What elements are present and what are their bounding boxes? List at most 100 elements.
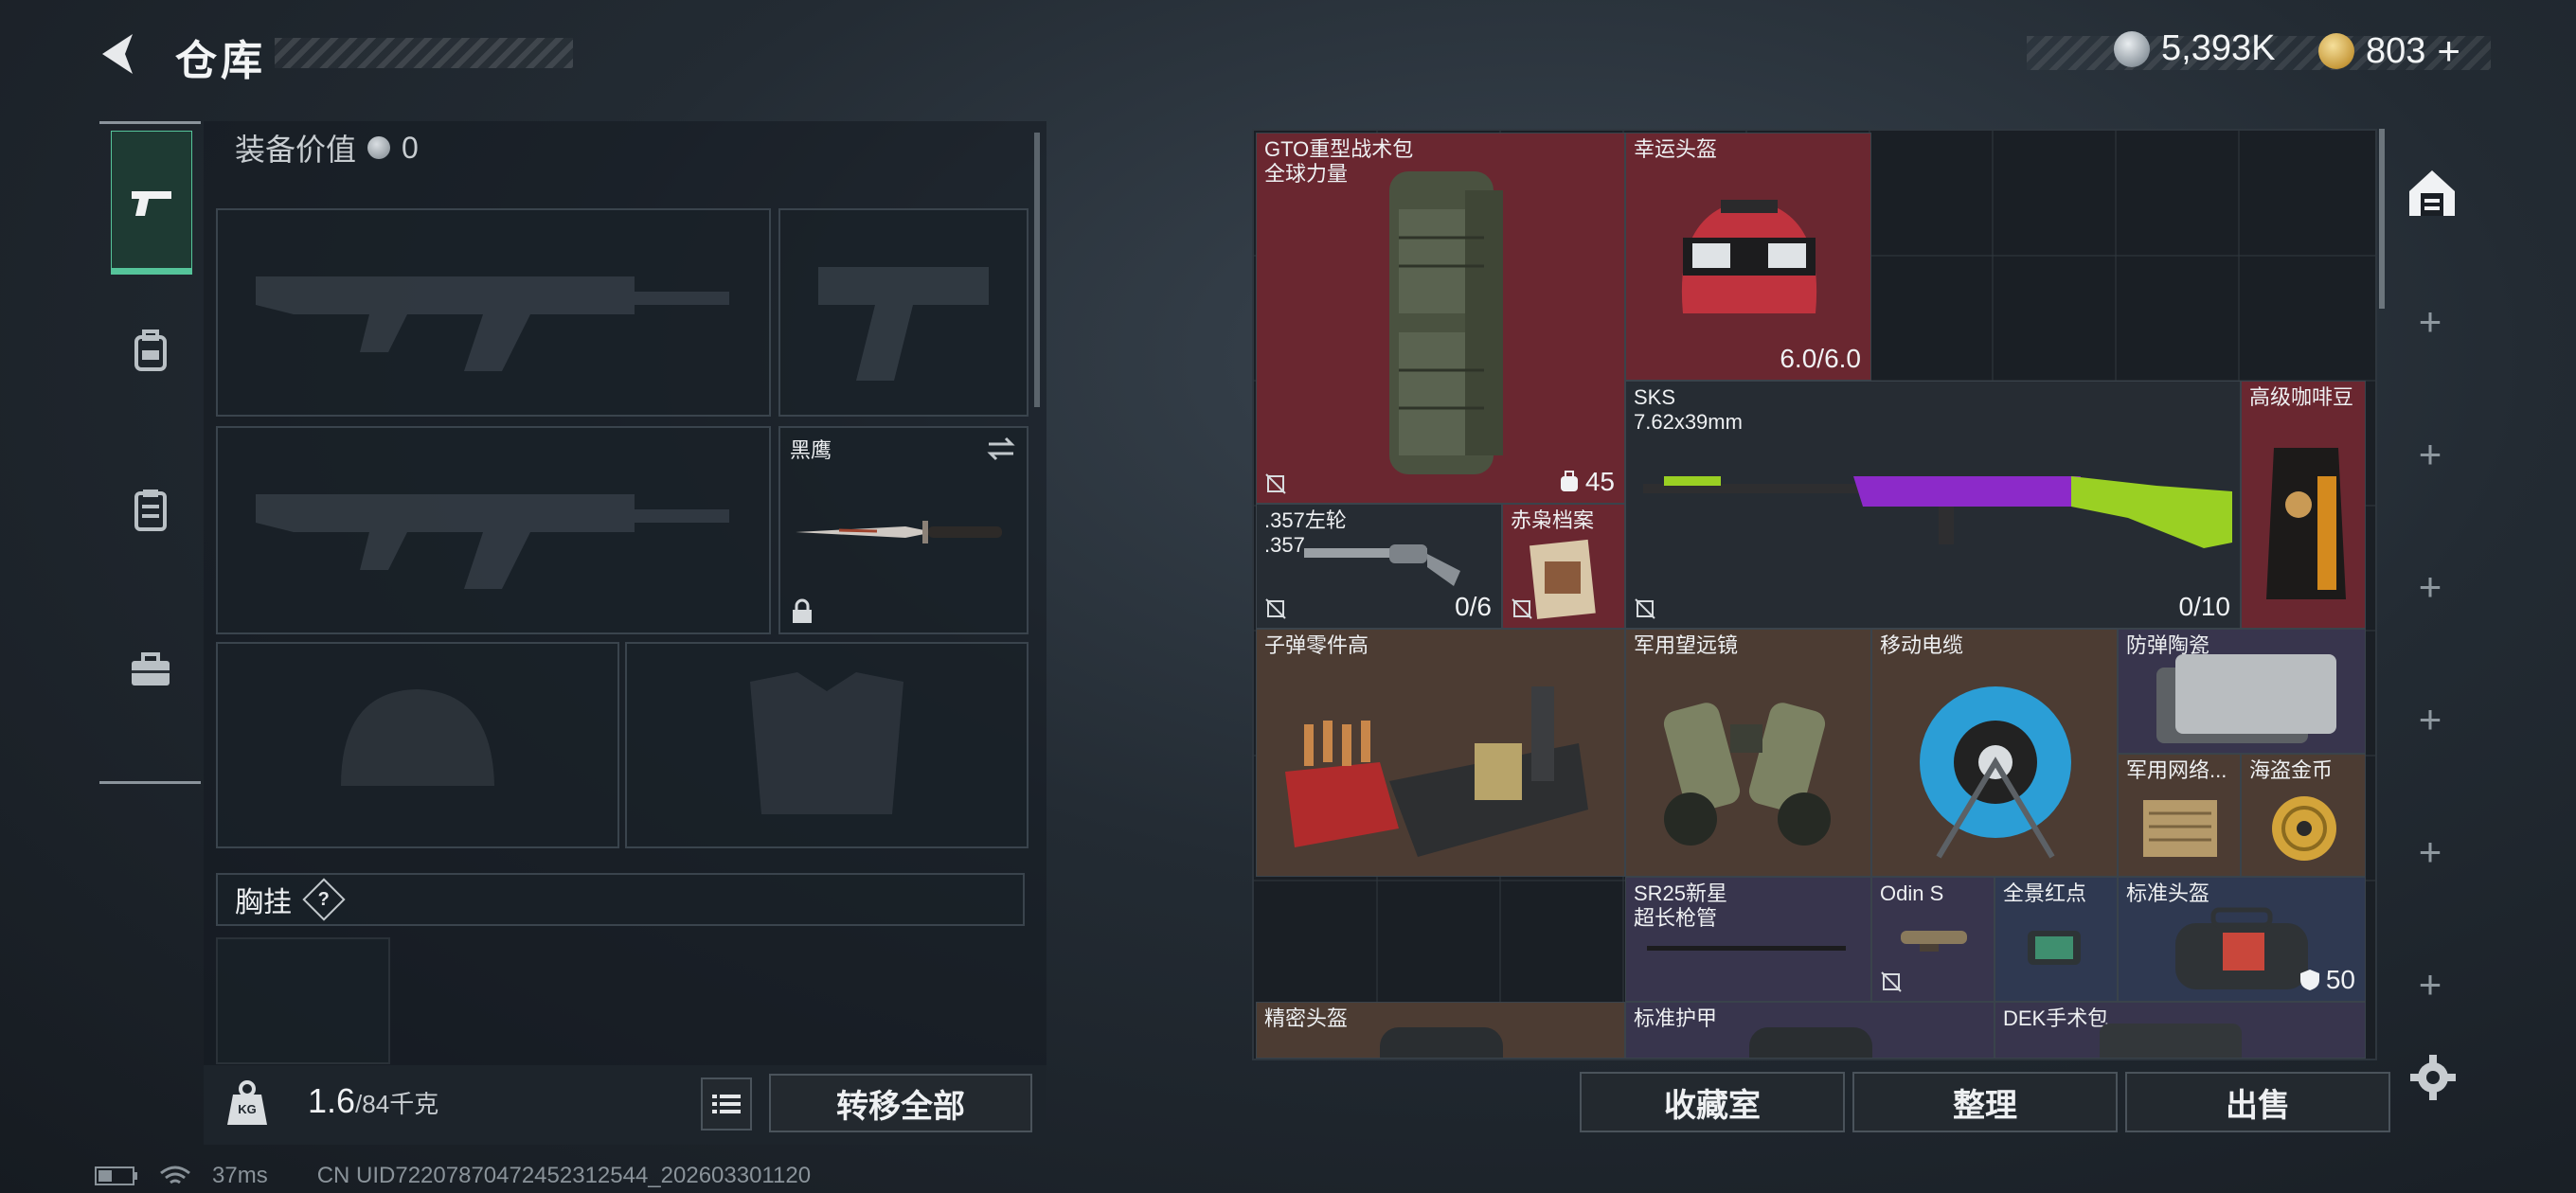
stash-item-odin-s[interactable]: Odin S	[1871, 877, 1995, 1002]
battery-icon	[95, 1166, 137, 1185]
backpack-icon	[1389, 171, 1503, 474]
unfound-icon	[1881, 971, 1902, 992]
item-ammo: 0/6	[1455, 592, 1492, 621]
stash-item-standard-armor[interactable]: 标准护甲	[1625, 1002, 1995, 1059]
silver-coin-icon	[367, 136, 391, 159]
stash-item-holo-sight[interactable]: 全景红点	[1995, 877, 2118, 1002]
sell-button[interactable]: 出售	[2125, 1072, 2390, 1132]
stash-item-precision-helmet[interactable]: 精密头盔	[1256, 1002, 1625, 1059]
item-name: 标准护甲	[1634, 1006, 1718, 1030]
item-name: 精密头盔	[1264, 1006, 1349, 1030]
item-name: 全景红点	[2003, 881, 2087, 905]
secondary-weapon-slot[interactable]	[778, 208, 1029, 417]
nav-toolbox-tab[interactable]	[111, 599, 190, 741]
clipboard-icon	[134, 490, 167, 531]
sks-rifle-icon	[1643, 476, 2232, 548]
list-icon	[712, 1095, 741, 1113]
ceramic-plate-icon	[2156, 654, 2336, 743]
stash-item-revolver[interactable]: .357左轮 .357 0/6	[1256, 504, 1502, 629]
item-sub: 7.62x39mm	[1634, 410, 1743, 434]
warehouse-icon[interactable]	[2406, 167, 2459, 220]
stash-item-coffee[interactable]: 高级咖啡豆	[2241, 381, 2366, 629]
melee-slot[interactable]: 黑鹰	[778, 426, 1029, 634]
unfound-icon	[1635, 598, 1655, 619]
add-stash-tab-button-2[interactable]: +	[2411, 432, 2449, 477]
stash-item-binoculars[interactable]: 军用望远镜	[1625, 629, 1871, 877]
nav-weapons-tab[interactable]	[111, 131, 192, 275]
backpack-icon	[134, 329, 167, 371]
swap-icon[interactable]	[985, 436, 1017, 462]
unfound-icon	[1512, 598, 1532, 619]
toolbox-icon	[132, 652, 170, 686]
item-name: 幸运头盔	[1634, 137, 1718, 161]
user-uid: CN UID72207870472452312544_202603301120	[316, 1163, 812, 1188]
stash-item-standard-helmet[interactable]: 标准头盔 50	[2118, 877, 2366, 1002]
document-icon	[1529, 539, 1596, 619]
ping-value: 37ms	[212, 1163, 268, 1188]
add-stash-tab-button-6[interactable]: +	[2411, 962, 2449, 1007]
stash-item-sks[interactable]: SKS 7.62x39mm 0/10	[1625, 381, 2241, 629]
item-durability: 50	[2299, 965, 2355, 995]
rifle-silhouette-icon	[256, 494, 729, 589]
stash-item-sr25-barrel[interactable]: SR25新星 超长枪管	[1625, 877, 1871, 1002]
item-name: 赤枭档案	[1511, 508, 1595, 532]
add-currency-button[interactable]: +	[2437, 28, 2460, 74]
add-stash-tab-button-1[interactable]: +	[2411, 299, 2449, 345]
helmet-silhouette-icon	[341, 689, 494, 786]
shield-icon	[2299, 970, 2319, 990]
armor-silhouette-icon	[750, 672, 903, 814]
item-name: 军用望远镜	[1634, 633, 1739, 657]
primary-weapon-slot-2[interactable]	[216, 426, 771, 634]
item-ammo: 0/10	[2178, 592, 2231, 621]
stash-item-network-card[interactable]: 军用网络...	[2118, 754, 2241, 877]
helmet-slot[interactable]	[216, 642, 619, 848]
stash-item-ammo-parts[interactable]: 子弹零件高	[1256, 629, 1625, 877]
stash-grid: GTO重型战术包 全球力量 45 幸运头盔 6.0/6.0 SKS 7.62x39m…	[1252, 129, 2377, 1060]
weight-max: /84千克	[355, 1090, 439, 1118]
stash-item-ceramic[interactable]: 防弹陶瓷	[2118, 629, 2366, 754]
add-stash-tab-button-5[interactable]: +	[2411, 829, 2449, 875]
add-stash-tab-button-3[interactable]: +	[2411, 564, 2449, 610]
coffee-bag-icon	[2266, 448, 2346, 599]
stash-item-pirate-coin[interactable]: 海盗金币	[2241, 754, 2366, 877]
equip-value-label: 装备价值	[235, 133, 357, 167]
add-stash-tab-button-4[interactable]: +	[2411, 697, 2449, 742]
help-icon[interactable]: ?	[302, 878, 346, 921]
combat-knife-icon	[796, 521, 1002, 543]
backpack-capacity-icon	[1560, 471, 1578, 491]
item-sub: 超长枪管	[1634, 906, 1718, 930]
silver-currency: 5,393K	[2114, 28, 2275, 69]
rifle-silhouette-icon	[256, 276, 729, 371]
loadout-scrollbar[interactable]	[1034, 133, 1040, 407]
item-durability: 6.0/6.0	[1780, 344, 1861, 373]
silver-amount: 5,393K	[2161, 28, 2276, 68]
stash-scrollbar[interactable]	[2379, 129, 2385, 309]
stash-item-lucky-helmet[interactable]: 幸运头盔 6.0/6.0	[1625, 133, 1871, 381]
weight-icon: KG	[225, 1079, 269, 1127]
primary-weapon-slot[interactable]	[216, 208, 771, 417]
item-name: 高级咖啡豆	[2249, 385, 2354, 409]
gold-currency[interactable]: 803 +	[2318, 28, 2460, 74]
cable-reel-icon	[1920, 686, 2071, 859]
transfer-all-button[interactable]: 转移全部	[769, 1074, 1032, 1132]
nav-backpack-tab[interactable]	[111, 280, 190, 422]
gold-triangle-coin-icon	[2318, 33, 2354, 69]
item-name: SKS	[1634, 385, 1676, 409]
stash-item-gto-backpack[interactable]: GTO重型战术包 全球力量 45	[1256, 133, 1625, 504]
lock-icon	[793, 598, 812, 623]
settings-gear-icon[interactable]	[2408, 1053, 2458, 1102]
chest-rig-slot[interactable]	[216, 937, 390, 1064]
back-arrow-icon[interactable]	[95, 28, 146, 80]
armor-slot[interactable]	[625, 642, 1029, 848]
collection-room-button[interactable]: 收藏室	[1580, 1072, 1845, 1132]
stash-item-owl-file[interactable]: 赤枭档案	[1502, 504, 1625, 629]
nav-vest-tab[interactable]	[111, 438, 190, 580]
stash-item-cable[interactable]: 移动电缆	[1871, 629, 2118, 877]
sort-button[interactable]: 整理	[1852, 1072, 2118, 1132]
stash-item-dek-kit[interactable]: DEK手术包	[1995, 1002, 2366, 1059]
weight-current: 1.6	[308, 1081, 356, 1120]
unfound-icon	[1265, 598, 1286, 619]
chest-rig-header[interactable]: 胸挂 ?	[216, 873, 1025, 926]
list-view-button[interactable]	[701, 1077, 752, 1131]
item-name: .357左轮	[1264, 508, 1347, 532]
